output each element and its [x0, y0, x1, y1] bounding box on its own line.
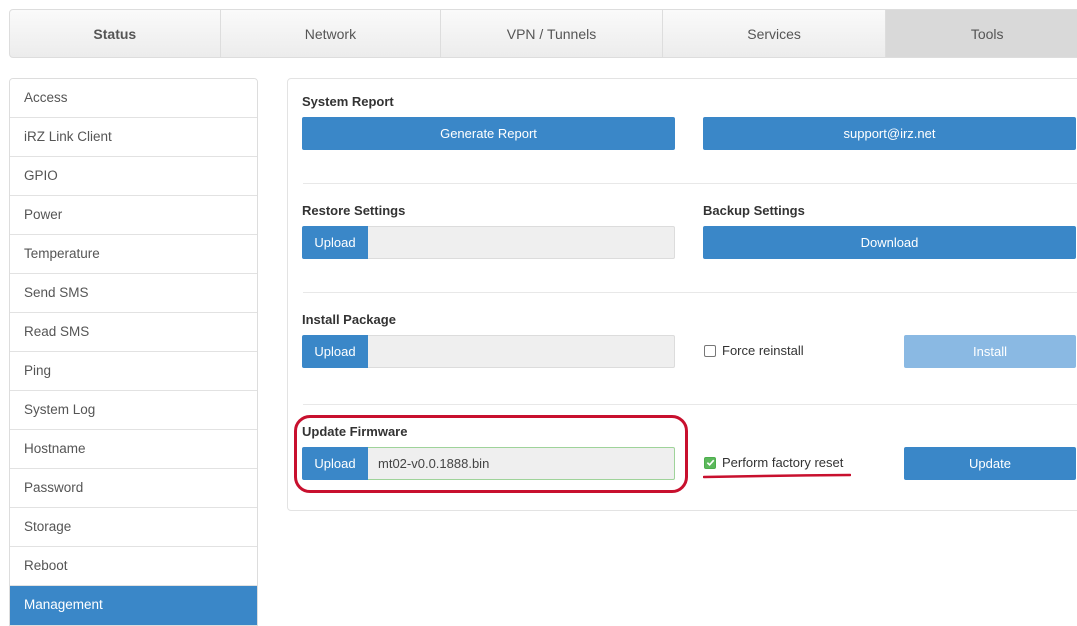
firmware-upload-group: Upload mt02-v0.0.1888.bin: [302, 447, 675, 480]
install-button[interactable]: Install: [904, 335, 1076, 368]
sidebar-item-temperature[interactable]: Temperature: [10, 235, 257, 274]
install-upload-group: Upload: [302, 335, 675, 368]
system-report-title: System Report: [302, 94, 394, 109]
restore-upload-button[interactable]: Upload: [302, 226, 368, 259]
factory-reset-label: Perform factory reset: [722, 455, 844, 470]
management-panel: System Report Generate Report support@ir…: [287, 78, 1077, 511]
sidebar-item-hostname[interactable]: Hostname: [10, 430, 257, 469]
force-reinstall-checkbox[interactable]: [704, 344, 716, 357]
sidebar-item-read-sms[interactable]: Read SMS: [10, 313, 257, 352]
firmware-upload-button[interactable]: Upload: [302, 447, 368, 480]
support-email-button[interactable]: support@irz.net: [703, 117, 1076, 150]
factory-reset-checkbox[interactable]: [704, 456, 716, 469]
divider: [303, 292, 1077, 293]
sidebar: Access iRZ Link Client GPIO Power Temper…: [9, 78, 258, 626]
restore-file-field[interactable]: [368, 226, 675, 259]
tab-status[interactable]: Status: [10, 10, 221, 57]
restore-settings-title: Restore Settings: [302, 203, 406, 218]
tab-tools[interactable]: Tools: [886, 10, 1077, 57]
backup-settings-title: Backup Settings: [703, 203, 805, 218]
check-icon: [706, 459, 714, 467]
sidebar-item-storage[interactable]: Storage: [10, 508, 257, 547]
generate-report-button[interactable]: Generate Report: [302, 117, 675, 150]
divider: [303, 183, 1077, 184]
tab-vpn-tunnels[interactable]: VPN / Tunnels: [441, 10, 663, 57]
install-file-field[interactable]: [368, 335, 675, 368]
force-reinstall-label: Force reinstall: [722, 343, 804, 358]
install-package-title: Install Package: [302, 312, 396, 327]
sidebar-item-management[interactable]: Management: [10, 586, 257, 625]
sidebar-item-system-log[interactable]: System Log: [10, 391, 257, 430]
download-backup-button[interactable]: Download: [703, 226, 1076, 259]
sidebar-item-access[interactable]: Access: [10, 79, 257, 118]
firmware-file-field[interactable]: mt02-v0.0.1888.bin: [368, 447, 675, 480]
tab-network[interactable]: Network: [221, 10, 442, 57]
sidebar-item-send-sms[interactable]: Send SMS: [10, 274, 257, 313]
tab-services[interactable]: Services: [663, 10, 887, 57]
factory-reset-checkbox-row[interactable]: Perform factory reset: [704, 455, 843, 470]
sidebar-item-gpio[interactable]: GPIO: [10, 157, 257, 196]
sidebar-item-reboot[interactable]: Reboot: [10, 547, 257, 586]
restore-upload-group: Upload: [302, 226, 675, 259]
install-upload-button[interactable]: Upload: [302, 335, 368, 368]
top-nav-tabs: Status Network VPN / Tunnels Services To…: [9, 9, 1077, 58]
force-reinstall-checkbox-row[interactable]: Force reinstall: [704, 343, 804, 358]
sidebar-item-password[interactable]: Password: [10, 469, 257, 508]
sidebar-item-ping[interactable]: Ping: [10, 352, 257, 391]
update-firmware-title: Update Firmware: [302, 424, 408, 439]
sidebar-item-power[interactable]: Power: [10, 196, 257, 235]
sidebar-item-irz-link-client[interactable]: iRZ Link Client: [10, 118, 257, 157]
divider: [303, 404, 1077, 405]
update-button[interactable]: Update: [904, 447, 1076, 480]
